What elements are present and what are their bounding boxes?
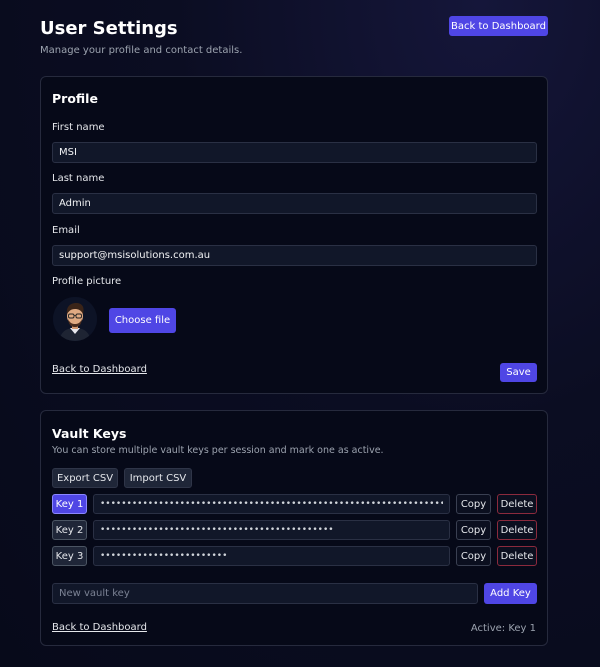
vault-keys-description: You can store multiple vault keys per se… (52, 445, 384, 456)
delete-button[interactable]: Delete (497, 520, 537, 540)
last-name-label: Last name (52, 173, 105, 184)
vault-key-row: Key 3 Copy Delete (52, 545, 537, 567)
profile-title: Profile (52, 91, 98, 106)
vault-key-row: Key 2 Copy Delete (52, 519, 537, 541)
profile-card: Profile First name Last name Email Profi… (40, 76, 548, 394)
key-select-button[interactable]: Key 2 (52, 520, 87, 540)
first-name-label: First name (52, 122, 105, 133)
vault-key-value[interactable] (93, 546, 450, 566)
add-key-button[interactable]: Add Key (484, 583, 537, 604)
import-csv-button[interactable]: Import CSV (124, 468, 192, 488)
back-to-dashboard-link[interactable]: Back to Dashboard (52, 622, 147, 633)
choose-file-button[interactable]: Choose file (109, 308, 176, 333)
copy-button[interactable]: Copy (456, 546, 491, 566)
page-subtitle: Manage your profile and contact details. (40, 45, 243, 56)
page-title: User Settings (40, 18, 178, 39)
vault-keys-card: Vault Keys You can store multiple vault … (40, 410, 548, 646)
vault-key-value[interactable] (93, 520, 450, 540)
delete-button[interactable]: Delete (497, 494, 537, 514)
avatar-illustration-icon (53, 297, 97, 341)
back-to-dashboard-button[interactable]: Back to Dashboard (449, 16, 548, 36)
export-csv-button[interactable]: Export CSV (52, 468, 118, 488)
vault-key-value[interactable] (93, 494, 450, 514)
copy-button[interactable]: Copy (456, 494, 491, 514)
back-to-dashboard-link[interactable]: Back to Dashboard (52, 364, 147, 375)
last-name-input[interactable] (52, 193, 537, 214)
new-vault-key-input[interactable] (52, 583, 478, 604)
vault-keys-title: Vault Keys (52, 426, 127, 441)
delete-button[interactable]: Delete (497, 546, 537, 566)
profile-picture-label: Profile picture (52, 276, 122, 287)
copy-button[interactable]: Copy (456, 520, 491, 540)
avatar (53, 297, 97, 341)
save-button[interactable]: Save (500, 363, 537, 382)
first-name-input[interactable] (52, 142, 537, 163)
active-key-status: Active: Key 1 (470, 623, 536, 634)
key-select-button[interactable]: Key 1 (52, 494, 87, 514)
email-input[interactable] (52, 245, 537, 266)
email-label: Email (52, 225, 80, 236)
key-select-button[interactable]: Key 3 (52, 546, 87, 566)
vault-key-row: Key 1 Copy Delete (52, 493, 537, 515)
